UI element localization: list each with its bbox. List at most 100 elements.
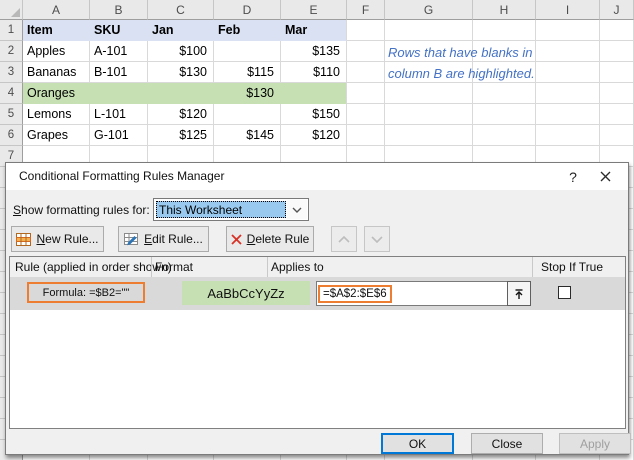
- cell-D1[interactable]: Feb: [214, 20, 281, 41]
- cell-D3[interactable]: $115: [214, 62, 281, 83]
- ok-button[interactable]: OK: [381, 433, 454, 454]
- stop-if-true-checkbox[interactable]: [558, 286, 571, 299]
- scope-dropdown-arrow[interactable]: [287, 200, 307, 219]
- cell-C5[interactable]: $120: [148, 104, 214, 125]
- cell-A3[interactable]: Bananas: [23, 62, 90, 83]
- cell-F1[interactable]: [347, 20, 385, 41]
- cell-J4[interactable]: [600, 83, 634, 104]
- cell-B3[interactable]: B-101: [90, 62, 148, 83]
- cell-I5[interactable]: [536, 104, 600, 125]
- cell-A6[interactable]: Grapes: [23, 125, 90, 146]
- cell-J5[interactable]: [600, 104, 634, 125]
- new-rule-label: New Rule...: [36, 232, 99, 246]
- col-header-B[interactable]: B: [90, 0, 148, 20]
- row-header-3[interactable]: 3: [0, 62, 23, 83]
- cell-C6[interactable]: $125: [148, 125, 214, 146]
- cell-A4[interactable]: Oranges: [23, 83, 90, 104]
- cell-G6[interactable]: [385, 125, 473, 146]
- sheet-row-6: 6 Grapes G-101 $125 $145 $120: [0, 125, 634, 146]
- cell-H4[interactable]: [473, 83, 536, 104]
- cell-A1[interactable]: Item: [23, 20, 90, 41]
- cell-J1[interactable]: [600, 20, 634, 41]
- cell-G4[interactable]: [385, 83, 473, 104]
- column-divider: [267, 257, 268, 277]
- rule-row-selected[interactable]: Formula: =$B2="" AaBbCcYyZz =$A$2:$E$6: [10, 277, 625, 310]
- dialog-titlebar[interactable]: Conditional Formatting Rules Manager ?: [6, 163, 628, 190]
- rule-format-preview[interactable]: AaBbCcYyZz: [182, 281, 310, 305]
- close-button[interactable]: [590, 163, 620, 190]
- cell-E5[interactable]: $150: [281, 104, 347, 125]
- cf-rules-manager-dialog: Conditional Formatting Rules Manager ? S…: [5, 162, 631, 455]
- col-header-H[interactable]: H: [473, 0, 536, 20]
- row-header-2[interactable]: 2: [0, 41, 23, 62]
- cell-C3[interactable]: $130: [148, 62, 214, 83]
- help-button[interactable]: ?: [558, 163, 588, 190]
- close-dialog-button[interactable]: Close: [471, 433, 543, 454]
- cell-F4[interactable]: [347, 83, 385, 104]
- cell-G5[interactable]: [385, 104, 473, 125]
- cell-C2[interactable]: $100: [148, 41, 214, 62]
- cell-F3[interactable]: [347, 62, 385, 83]
- select-all-corner[interactable]: [0, 0, 23, 20]
- cell-I1[interactable]: [536, 20, 600, 41]
- cell-E4[interactable]: [281, 83, 347, 104]
- col-header-I[interactable]: I: [536, 0, 600, 20]
- cell-F2[interactable]: [347, 41, 385, 62]
- cell-H6[interactable]: [473, 125, 536, 146]
- close-icon: [600, 171, 610, 182]
- rule-formula-chip[interactable]: Formula: =$B2="": [27, 282, 145, 303]
- new-rule-button[interactable]: New Rule...: [11, 226, 104, 252]
- cell-E3[interactable]: $110: [281, 62, 347, 83]
- cell-H5[interactable]: [473, 104, 536, 125]
- col-header-C[interactable]: C: [148, 0, 214, 20]
- cell-I4[interactable]: [536, 83, 600, 104]
- cell-B6[interactable]: G-101: [90, 125, 148, 146]
- cell-H1[interactable]: [473, 20, 536, 41]
- col-header-D[interactable]: D: [214, 0, 281, 20]
- row-header-5[interactable]: 5: [0, 104, 23, 125]
- cell-D6[interactable]: $145: [214, 125, 281, 146]
- cell-A5[interactable]: Lemons: [23, 104, 90, 125]
- col-header-G[interactable]: G: [385, 0, 473, 20]
- col-header-J[interactable]: J: [600, 0, 634, 20]
- cell-J3[interactable]: [600, 62, 634, 83]
- cell-B1[interactable]: SKU: [90, 20, 148, 41]
- cell-E2[interactable]: $135: [281, 41, 347, 62]
- apply-button[interactable]: Apply: [559, 433, 631, 454]
- cell-A2[interactable]: Apples: [23, 41, 90, 62]
- cell-E6[interactable]: $120: [281, 125, 347, 146]
- applies-to-input[interactable]: =$A$2:$E$6: [316, 281, 508, 306]
- chevron-down-icon: [292, 207, 302, 213]
- move-rule-up-button[interactable]: [331, 226, 357, 252]
- collapse-dialog-button[interactable]: [507, 281, 531, 306]
- cell-I2[interactable]: [536, 41, 600, 62]
- cell-G1[interactable]: [385, 20, 473, 41]
- cell-I6[interactable]: [536, 125, 600, 146]
- delete-rule-button[interactable]: Delete Rule: [226, 226, 314, 252]
- column-divider: [532, 257, 533, 277]
- cell-B5[interactable]: L-101: [90, 104, 148, 125]
- col-header-A[interactable]: A: [23, 0, 90, 20]
- cell-J2[interactable]: [600, 41, 634, 62]
- row-header-4[interactable]: 4: [0, 83, 23, 104]
- cell-B4[interactable]: [90, 83, 148, 104]
- scope-dropdown[interactable]: This Worksheet: [153, 198, 309, 221]
- row-header-1[interactable]: 1: [0, 20, 23, 41]
- cell-B2[interactable]: A-101: [90, 41, 148, 62]
- cell-C1[interactable]: Jan: [148, 20, 214, 41]
- cell-D5[interactable]: [214, 104, 281, 125]
- row-header-6[interactable]: 6: [0, 125, 23, 146]
- edit-rule-button[interactable]: Edit Rule...: [118, 226, 209, 252]
- cell-C4[interactable]: [148, 83, 214, 104]
- cell-F5[interactable]: [347, 104, 385, 125]
- cell-E1[interactable]: Mar: [281, 20, 347, 41]
- cell-J6[interactable]: [600, 125, 634, 146]
- cell-D2[interactable]: [214, 41, 281, 62]
- applies-to-range: =$A$2:$E$6: [318, 284, 392, 303]
- cell-D4[interactable]: $130: [214, 83, 281, 104]
- cell-F6[interactable]: [347, 125, 385, 146]
- cell-I3[interactable]: [536, 62, 600, 83]
- col-header-E[interactable]: E: [281, 0, 347, 20]
- move-rule-down-button[interactable]: [364, 226, 390, 252]
- col-header-F[interactable]: F: [347, 0, 385, 20]
